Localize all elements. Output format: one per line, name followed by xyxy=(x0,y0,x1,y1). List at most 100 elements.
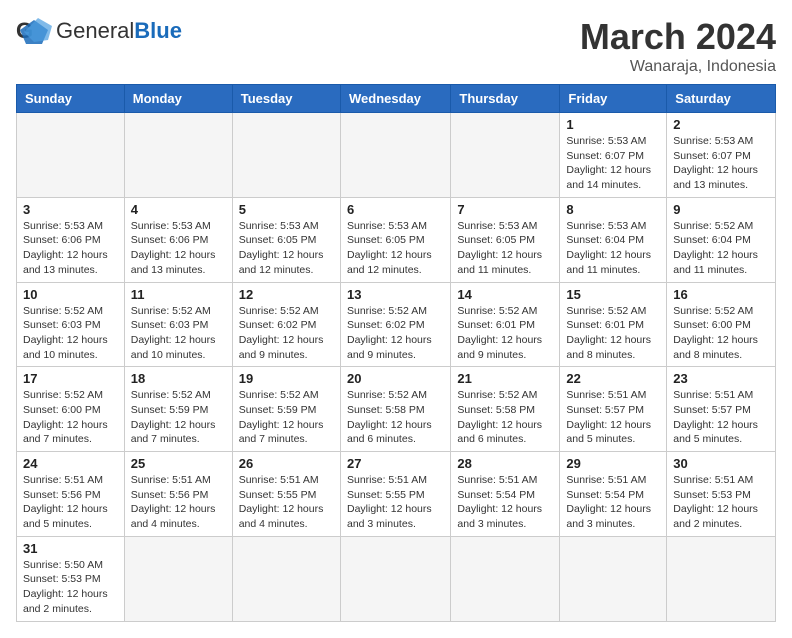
calendar-table: SundayMondayTuesdayWednesdayThursdayFrid… xyxy=(16,84,776,622)
day-info: Sunrise: 5:52 AM Sunset: 6:04 PM Dayligh… xyxy=(673,219,769,278)
day-number: 19 xyxy=(239,371,334,386)
page-header: G GeneralBlue March 2024 Wanaraja, Indon… xyxy=(16,16,776,76)
week-row-6: 31 Sunrise: 5:50 AM Sunset: 5:53 PM Dayli… xyxy=(17,536,776,621)
weekday-header-friday: Friday xyxy=(560,85,667,113)
calendar-cell xyxy=(340,113,450,198)
calendar-cell: 2 Sunrise: 5:53 AM Sunset: 6:07 PM Daylig… xyxy=(667,113,776,198)
calendar-cell: 31 Sunrise: 5:50 AM Sunset: 5:53 PM Dayli… xyxy=(17,536,125,621)
calendar-cell: 16 Sunrise: 5:52 AM Sunset: 6:00 PM Dayli… xyxy=(667,282,776,367)
day-info: Sunrise: 5:51 AM Sunset: 5:56 PM Dayligh… xyxy=(131,473,226,532)
day-number: 2 xyxy=(673,117,769,132)
day-info: Sunrise: 5:52 AM Sunset: 5:58 PM Dayligh… xyxy=(457,388,553,447)
day-info: Sunrise: 5:53 AM Sunset: 6:05 PM Dayligh… xyxy=(457,219,553,278)
day-number: 14 xyxy=(457,287,553,302)
calendar-cell: 3 Sunrise: 5:53 AM Sunset: 6:06 PM Daylig… xyxy=(17,197,125,282)
calendar-cell: 1Sunrise: 5:53 AM Sunset: 6:07 PM Daylig… xyxy=(560,113,667,198)
calendar-cell: 12Sunrise: 5:52 AM Sunset: 6:02 PM Dayli… xyxy=(232,282,340,367)
day-number: 5 xyxy=(239,202,334,217)
day-number: 25 xyxy=(131,456,226,471)
day-number: 28 xyxy=(457,456,553,471)
logo-icon: G xyxy=(16,16,52,46)
calendar-cell xyxy=(667,536,776,621)
weekday-header-tuesday: Tuesday xyxy=(232,85,340,113)
day-number: 26 xyxy=(239,456,334,471)
day-info: Sunrise: 5:52 AM Sunset: 6:00 PM Dayligh… xyxy=(673,304,769,363)
calendar-cell: 23Sunrise: 5:51 AM Sunset: 5:57 PM Dayli… xyxy=(667,367,776,452)
day-number: 23 xyxy=(673,371,769,386)
day-info: Sunrise: 5:52 AM Sunset: 5:59 PM Dayligh… xyxy=(239,388,334,447)
calendar-cell: 11 Sunrise: 5:52 AM Sunset: 6:03 PM Dayli… xyxy=(124,282,232,367)
day-info: Sunrise: 5:51 AM Sunset: 5:54 PM Dayligh… xyxy=(566,473,660,532)
day-number: 16 xyxy=(673,287,769,302)
day-info: Sunrise: 5:51 AM Sunset: 5:56 PM Dayligh… xyxy=(23,473,118,532)
day-number: 20 xyxy=(347,371,444,386)
day-info: Sunrise: 5:52 AM Sunset: 6:01 PM Dayligh… xyxy=(566,304,660,363)
calendar-cell xyxy=(451,536,560,621)
day-info: Sunrise: 5:53 AM Sunset: 6:05 PM Dayligh… xyxy=(239,219,334,278)
day-info: Sunrise: 5:52 AM Sunset: 6:03 PM Dayligh… xyxy=(131,304,226,363)
calendar-cell: 21Sunrise: 5:52 AM Sunset: 5:58 PM Dayli… xyxy=(451,367,560,452)
calendar-cell xyxy=(124,113,232,198)
calendar-cell: 7 Sunrise: 5:53 AM Sunset: 6:05 PM Daylig… xyxy=(451,197,560,282)
month-title: March 2024 xyxy=(580,16,776,58)
weekday-header-wednesday: Wednesday xyxy=(340,85,450,113)
calendar-cell: 13Sunrise: 5:52 AM Sunset: 6:02 PM Dayli… xyxy=(340,282,450,367)
day-number: 18 xyxy=(131,371,226,386)
day-number: 17 xyxy=(23,371,118,386)
day-number: 27 xyxy=(347,456,444,471)
day-number: 9 xyxy=(673,202,769,217)
calendar-cell: 28Sunrise: 5:51 AM Sunset: 5:54 PM Dayli… xyxy=(451,452,560,537)
day-info: Sunrise: 5:52 AM Sunset: 6:01 PM Dayligh… xyxy=(457,304,553,363)
calendar-cell: 27Sunrise: 5:51 AM Sunset: 5:55 PM Dayli… xyxy=(340,452,450,537)
calendar-cell: 20Sunrise: 5:52 AM Sunset: 5:58 PM Dayli… xyxy=(340,367,450,452)
calendar-cell xyxy=(124,536,232,621)
calendar-cell xyxy=(17,113,125,198)
calendar-cell xyxy=(232,536,340,621)
day-info: Sunrise: 5:53 AM Sunset: 6:05 PM Dayligh… xyxy=(347,219,444,278)
day-number: 6 xyxy=(347,202,444,217)
calendar-cell: 15 Sunrise: 5:52 AM Sunset: 6:01 PM Dayli… xyxy=(560,282,667,367)
weekday-header-sunday: Sunday xyxy=(17,85,125,113)
calendar-cell: 30 Sunrise: 5:51 AM Sunset: 5:53 PM Dayli… xyxy=(667,452,776,537)
day-number: 4 xyxy=(131,202,226,217)
day-number: 10 xyxy=(23,287,118,302)
day-number: 12 xyxy=(239,287,334,302)
week-row-2: 3 Sunrise: 5:53 AM Sunset: 6:06 PM Daylig… xyxy=(17,197,776,282)
day-number: 15 xyxy=(566,287,660,302)
day-number: 30 xyxy=(673,456,769,471)
day-info: Sunrise: 5:53 AM Sunset: 6:07 PM Dayligh… xyxy=(673,134,769,193)
calendar-cell: 9 Sunrise: 5:52 AM Sunset: 6:04 PM Daylig… xyxy=(667,197,776,282)
week-row-3: 10 Sunrise: 5:52 AM Sunset: 6:03 PM Dayli… xyxy=(17,282,776,367)
day-number: 3 xyxy=(23,202,118,217)
week-row-4: 17Sunrise: 5:52 AM Sunset: 6:00 PM Dayli… xyxy=(17,367,776,452)
calendar-cell xyxy=(232,113,340,198)
day-number: 31 xyxy=(23,541,118,556)
title-section: March 2024 Wanaraja, Indonesia xyxy=(580,16,776,76)
calendar-cell: 17Sunrise: 5:52 AM Sunset: 6:00 PM Dayli… xyxy=(17,367,125,452)
calendar-cell: 22Sunrise: 5:51 AM Sunset: 5:57 PM Dayli… xyxy=(560,367,667,452)
day-number: 7 xyxy=(457,202,553,217)
calendar-cell: 29Sunrise: 5:51 AM Sunset: 5:54 PM Dayli… xyxy=(560,452,667,537)
weekday-header-thursday: Thursday xyxy=(451,85,560,113)
calendar-cell: 25 Sunrise: 5:51 AM Sunset: 5:56 PM Dayli… xyxy=(124,452,232,537)
logo-text: GeneralBlue xyxy=(56,18,182,44)
day-info: Sunrise: 5:53 AM Sunset: 6:06 PM Dayligh… xyxy=(131,219,226,278)
day-info: Sunrise: 5:51 AM Sunset: 5:55 PM Dayligh… xyxy=(239,473,334,532)
weekday-header-saturday: Saturday xyxy=(667,85,776,113)
day-info: Sunrise: 5:52 AM Sunset: 6:03 PM Dayligh… xyxy=(23,304,118,363)
day-info: Sunrise: 5:52 AM Sunset: 5:59 PM Dayligh… xyxy=(131,388,226,447)
week-row-5: 24Sunrise: 5:51 AM Sunset: 5:56 PM Dayli… xyxy=(17,452,776,537)
calendar-cell: 8Sunrise: 5:53 AM Sunset: 6:04 PM Daylig… xyxy=(560,197,667,282)
calendar-cell: 4 Sunrise: 5:53 AM Sunset: 6:06 PM Daylig… xyxy=(124,197,232,282)
day-info: Sunrise: 5:51 AM Sunset: 5:53 PM Dayligh… xyxy=(673,473,769,532)
calendar-cell: 26 Sunrise: 5:51 AM Sunset: 5:55 PM Dayli… xyxy=(232,452,340,537)
day-info: Sunrise: 5:51 AM Sunset: 5:57 PM Dayligh… xyxy=(566,388,660,447)
day-number: 11 xyxy=(131,287,226,302)
calendar-cell xyxy=(560,536,667,621)
day-number: 13 xyxy=(347,287,444,302)
day-info: Sunrise: 5:53 AM Sunset: 6:07 PM Dayligh… xyxy=(566,134,660,193)
day-info: Sunrise: 5:50 AM Sunset: 5:53 PM Dayligh… xyxy=(23,558,118,617)
day-info: Sunrise: 5:53 AM Sunset: 6:06 PM Dayligh… xyxy=(23,219,118,278)
calendar-cell: 24Sunrise: 5:51 AM Sunset: 5:56 PM Dayli… xyxy=(17,452,125,537)
location: Wanaraja, Indonesia xyxy=(580,58,776,76)
